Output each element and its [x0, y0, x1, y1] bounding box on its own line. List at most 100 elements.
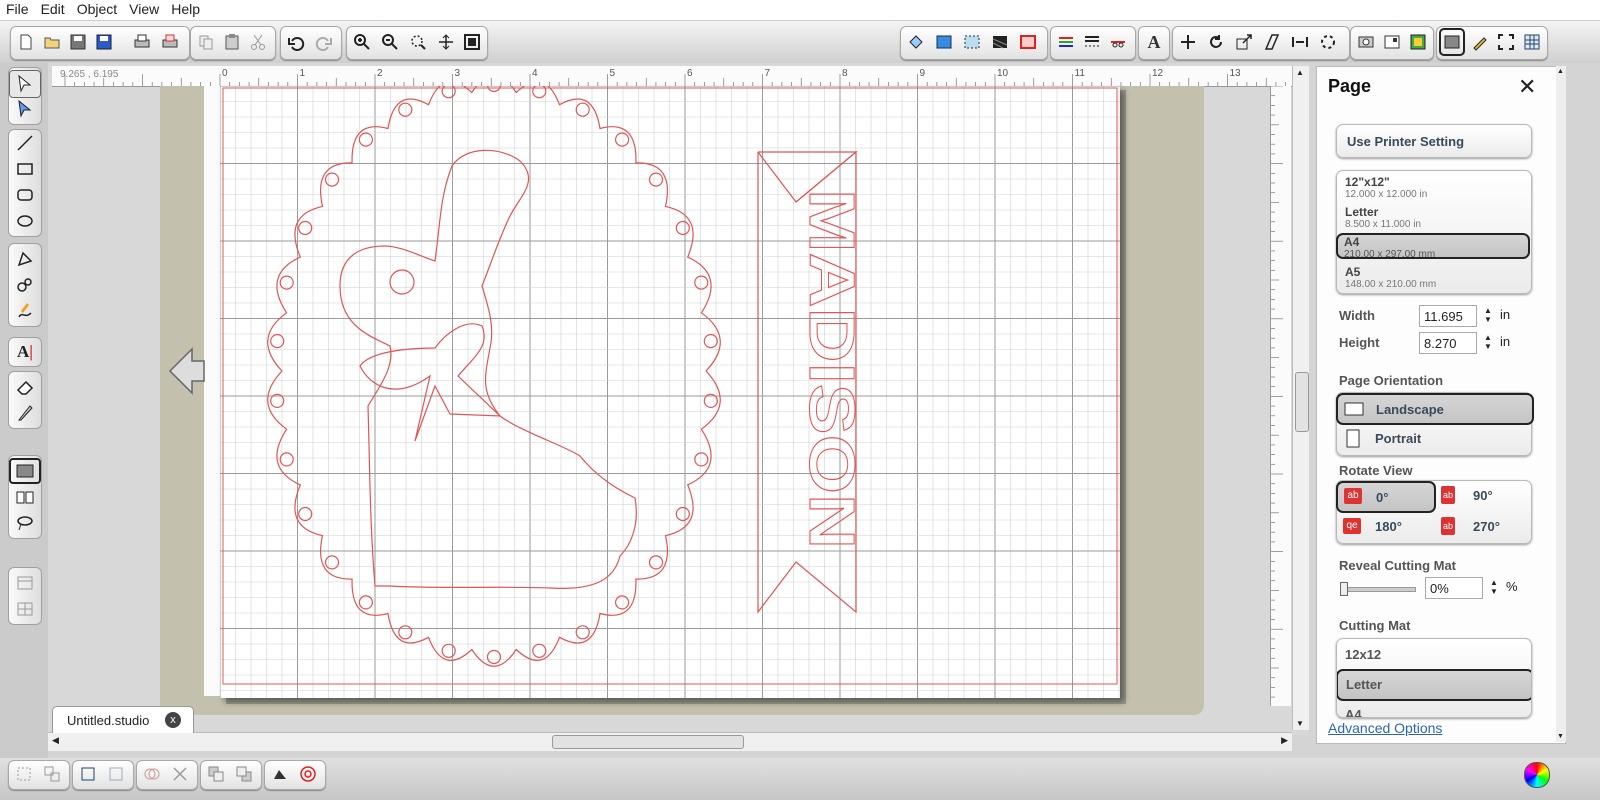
menu-edit[interactable]: Edit [35, 0, 71, 19]
send-backward-icon[interactable] [231, 761, 257, 787]
page-size-12x12[interactable]: 12"x12" 12.000 x 12.000 in [1337, 175, 1531, 203]
line-tool-icon[interactable] [9, 130, 41, 156]
menu-object[interactable]: Object [71, 0, 123, 19]
zoom-drag-icon[interactable] [433, 27, 459, 57]
color-wheel-icon[interactable] [1524, 762, 1550, 788]
zoom-in-icon[interactable] [349, 27, 375, 57]
fit-to-page-icon[interactable] [459, 27, 485, 57]
vertical-scroll-thumb[interactable] [1295, 372, 1309, 432]
replicate-icon[interactable] [1315, 27, 1341, 57]
offset-icon[interactable] [295, 761, 321, 787]
use-printer-setting-button[interactable]: Use Printer Setting [1336, 124, 1532, 158]
polygon-tool-icon[interactable] [9, 246, 41, 272]
curve-tool-icon[interactable] [9, 272, 41, 298]
lasso-icon[interactable] [9, 510, 41, 536]
grid-settings-icon[interactable] [1519, 27, 1545, 57]
ellipse-tool-icon[interactable] [9, 208, 41, 234]
line-style-icon[interactable] [1079, 27, 1105, 57]
scroll-up-icon[interactable]: ▲ [1296, 68, 1304, 77]
horizontal-scrollbar[interactable]: ◀ ▶ [48, 732, 1292, 751]
trace-icon[interactable] [1405, 27, 1431, 57]
height-stepper-icon[interactable]: ▲ ▼ [1484, 333, 1492, 351]
split-view-icon[interactable] [9, 596, 41, 622]
scale-icon[interactable] [1231, 27, 1257, 57]
library-icon[interactable] [1353, 27, 1379, 57]
reveal-percent-input[interactable]: 0% [1425, 577, 1483, 599]
move-icon[interactable] [1287, 27, 1313, 57]
panel-scrollbar[interactable]: ▲ ▼ [1556, 66, 1566, 742]
design-page[interactable]: MADISON [220, 86, 1120, 698]
advanced-options-link[interactable]: Advanced Options [1328, 720, 1442, 736]
align-icon[interactable] [1175, 27, 1201, 57]
fill-bucket-icon[interactable] [903, 27, 929, 57]
page-size-letter[interactable]: Letter 8.500 x 11.000 in [1337, 205, 1531, 233]
menu-file[interactable]: File [0, 0, 35, 19]
shear-icon[interactable] [1259, 27, 1285, 57]
menu-help[interactable]: Help [165, 0, 206, 19]
weld-icon[interactable] [139, 761, 165, 787]
landscape-option[interactable]: Landscape [1336, 393, 1534, 425]
reveal-slider-handle[interactable] [1340, 582, 1348, 596]
delete-icon[interactable] [167, 761, 193, 787]
copy-icon[interactable] [193, 27, 219, 57]
width-input[interactable]: 11.695 [1419, 305, 1477, 327]
scroll-left-icon[interactable]: ◀ [52, 735, 59, 746]
horizontal-scroll-thumb[interactable] [552, 735, 744, 749]
zoom-selection-icon[interactable] [405, 27, 431, 57]
close-tab-icon[interactable]: x [165, 712, 181, 728]
paste-icon[interactable] [219, 27, 245, 57]
rotate-270-option[interactable]: ab 270° [1437, 513, 1531, 541]
zoom-out-icon[interactable] [377, 27, 403, 57]
cut-settings-icon[interactable] [1467, 27, 1493, 57]
text-tool-icon[interactable]: A | [9, 339, 41, 365]
fullscreen-icon[interactable] [1493, 27, 1519, 57]
print-icon[interactable] [129, 27, 155, 57]
library-panel-icon[interactable] [9, 484, 41, 510]
print-cut-icon[interactable] [157, 27, 183, 57]
open-folder-icon[interactable] [39, 27, 65, 57]
save-library-icon[interactable] [91, 27, 117, 57]
panel-close-icon[interactable]: ✕ [1518, 74, 1536, 100]
document-tab[interactable]: Untitled.studio x [52, 706, 194, 733]
single-view-icon[interactable] [9, 570, 41, 596]
portrait-option[interactable]: Portrait [1337, 425, 1531, 453]
fill-gradient-icon[interactable] [959, 27, 985, 57]
compound-path-icon[interactable] [75, 761, 101, 787]
panel-scroll-up-icon[interactable]: ▲ [1557, 68, 1564, 75]
bring-forward-icon[interactable] [203, 761, 229, 787]
vertical-scrollbar[interactable]: ▲ ▼ [1292, 66, 1309, 730]
undo-icon[interactable] [283, 27, 309, 57]
mat-a4-option[interactable]: A4 [1337, 703, 1531, 717]
line-color-icon[interactable] [1053, 27, 1079, 57]
store-icon[interactable] [1379, 27, 1405, 57]
height-input[interactable]: 8.270 [1419, 332, 1477, 354]
group-icon[interactable] [11, 761, 37, 787]
mat-12x12-option[interactable]: 12x12 [1337, 639, 1531, 669]
select-arrow-icon[interactable] [9, 70, 41, 98]
knife-icon[interactable] [9, 400, 41, 426]
rectangle-tool-icon[interactable] [9, 156, 41, 182]
cut-scissors-icon[interactable] [245, 27, 271, 57]
bunny-design[interactable]: MADISON [220, 86, 1120, 698]
modify-shape-icon[interactable] [267, 761, 293, 787]
ungroup-icon[interactable] [39, 761, 65, 787]
left-arrow-icon[interactable] [166, 345, 206, 400]
eraser-icon[interactable] [9, 374, 41, 400]
scroll-down-icon[interactable]: ▼ [1296, 719, 1304, 728]
width-stepper-icon[interactable]: ▲ ▼ [1484, 306, 1492, 324]
new-file-icon[interactable] [13, 27, 39, 57]
scroll-right-icon[interactable]: ▶ [1281, 735, 1288, 746]
rounded-rectangle-tool-icon[interactable] [9, 182, 41, 208]
freehand-tool-icon[interactable] [9, 298, 41, 324]
show-cut-mat-icon[interactable] [9, 458, 41, 484]
fill-pattern-icon[interactable] [987, 27, 1013, 57]
page-size-a4[interactable]: A4 210.00 x 297.00 mm [1336, 233, 1530, 260]
reveal-stepper-icon[interactable]: ▲ ▼ [1490, 578, 1498, 596]
fill-color-icon[interactable] [931, 27, 957, 57]
page-settings-icon[interactable] [1439, 28, 1465, 56]
save-icon[interactable] [65, 27, 91, 57]
shadow-icon[interactable] [1015, 27, 1041, 57]
edit-points-icon[interactable] [9, 96, 41, 122]
rotate-0-option[interactable]: ab 0° [1336, 481, 1436, 513]
rotate-icon[interactable] [1203, 27, 1229, 57]
